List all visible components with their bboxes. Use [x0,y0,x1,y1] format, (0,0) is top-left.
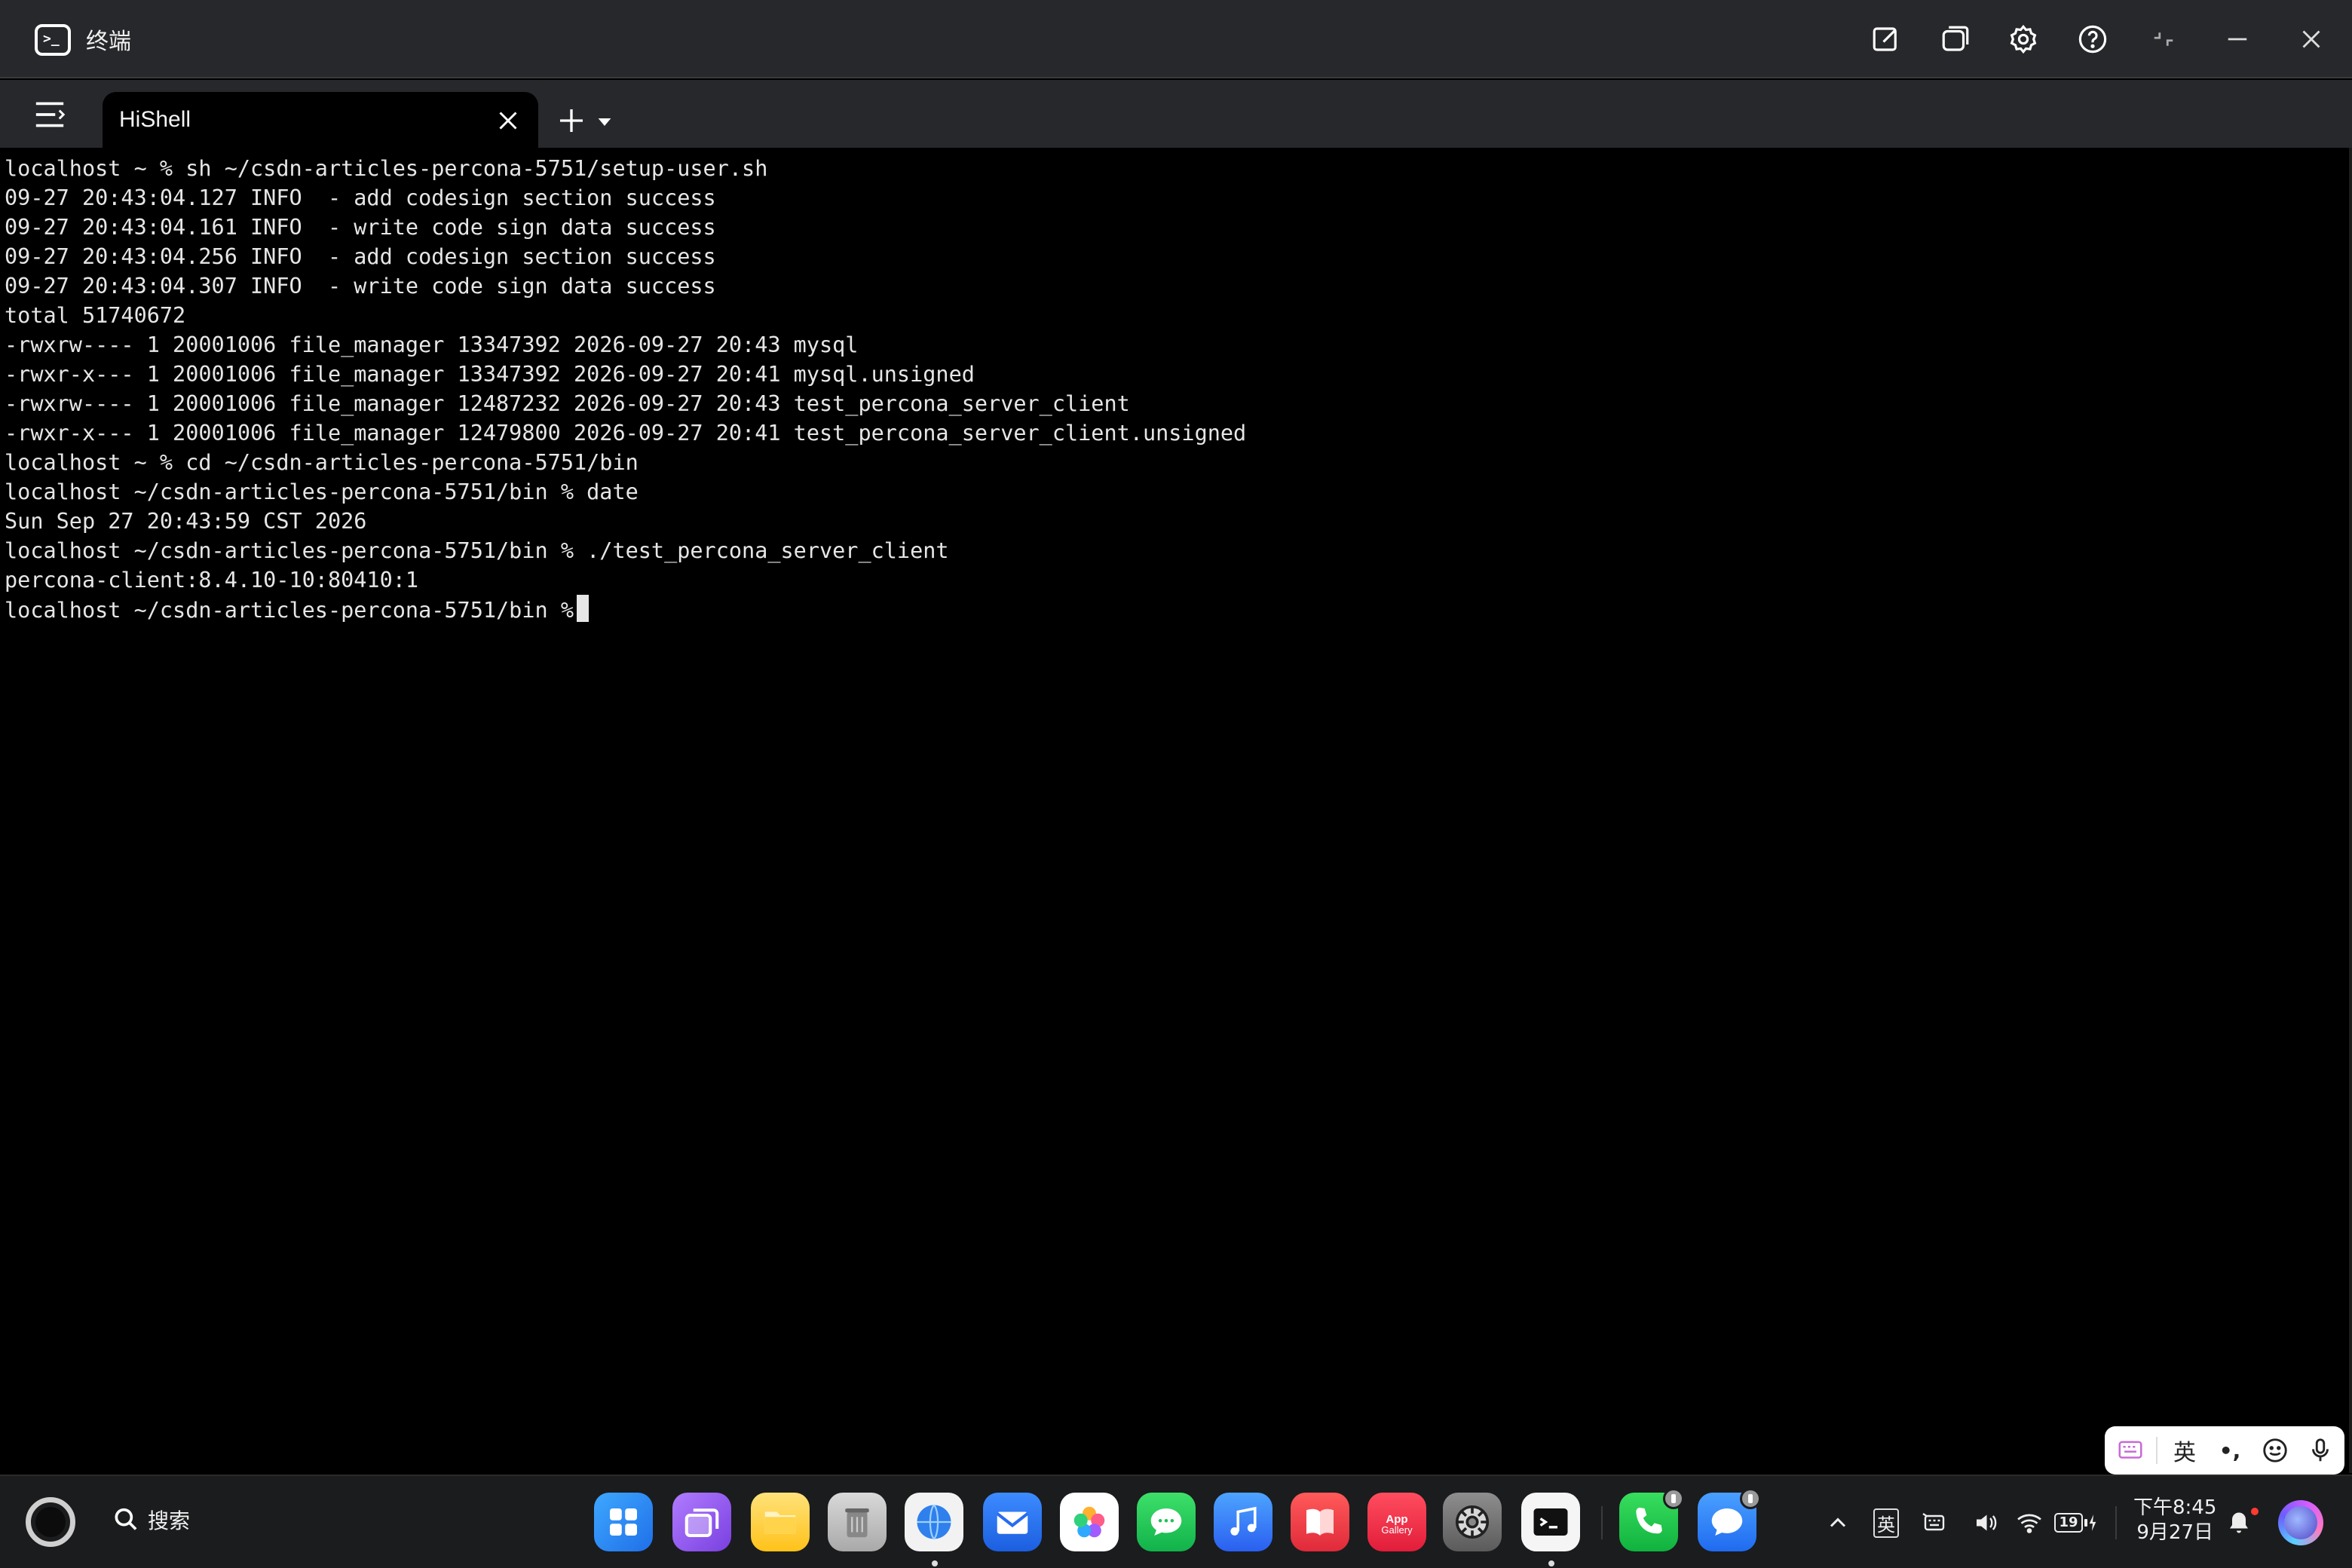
search-button[interactable]: 搜索 [110,1505,190,1535]
terminal-line: 09-27 20:43:04.307 INFO - write code sig… [5,274,716,299]
ime-punctuation-toggle[interactable]: •, [2212,1432,2248,1468]
ime-toolbar: 英 •, [2105,1426,2344,1475]
terminal-cursor [576,595,589,622]
trash-icon[interactable] [828,1493,887,1551]
terminal-line: total 51740672 [5,303,186,328]
restore-icon[interactable] [2144,20,2183,59]
terminal-line: -rwxr-x--- 1 20001006 file_manager 13347… [5,362,975,387]
terminal-app-icon: >_ [35,24,71,56]
terminal-line: localhost ~ % cd ~/csdn-articles-percona… [5,450,639,475]
tray-ime-indicator[interactable]: 英 [1871,1506,1901,1539]
terminal-icon[interactable] [1521,1493,1580,1551]
terminal-output: localhost ~ % sh ~/csdn-articles-percona… [5,154,1246,624]
app-gallery-icon[interactable]: App Gallery [1367,1493,1426,1551]
chat-badge [1740,1488,1761,1509]
edit-icon[interactable] [1867,20,1906,59]
battery-level: 19 [2054,1513,2083,1533]
mail-icon[interactable] [983,1493,1042,1551]
gear-icon[interactable] [2004,20,2043,59]
tab-label: HiShell [119,107,191,132]
notification-dot [2251,1508,2259,1515]
files-icon[interactable] [751,1493,810,1551]
tray-ime-label: 英 [1873,1508,1899,1538]
terminal-line: 09-27 20:43:04.127 INFO - add codesign s… [5,185,716,210]
taskbar: 搜索 App Gallery 英 19 下午8:45 9月27日 [0,1475,2352,1568]
terminal-line: -rwxrw---- 1 20001006 file_manager 13347… [5,332,859,357]
keyboard-icon[interactable] [1919,1506,1949,1539]
terminal-prompt: localhost ~/csdn-articles-percona-5751/b… [5,598,574,623]
terminal-line: localhost ~/csdn-articles-percona-5751/b… [5,538,949,563]
chevron-down-icon[interactable] [597,116,612,128]
new-tab-plus-icon[interactable] [556,106,586,136]
close-icon[interactable] [2292,20,2331,59]
multitask-icon[interactable] [672,1493,731,1551]
running-indicator [932,1560,938,1566]
books-icon[interactable] [1291,1493,1349,1551]
launcher-grid-icon[interactable] [594,1493,653,1551]
terminal-area[interactable]: localhost ~ % sh ~/csdn-articles-percona… [0,148,2352,1473]
phone-badge [1663,1488,1684,1509]
clock-time: 下午8:45 [2133,1496,2217,1519]
assistant-orb-icon[interactable] [2278,1500,2323,1545]
terminal-line: -rwxrw---- 1 20001006 file_manager 12487… [5,391,1130,416]
music-icon[interactable] [1214,1493,1272,1551]
terminal-line: -rwxr-x--- 1 20001006 file_manager 12479… [5,421,1247,446]
charging-icon [2089,1514,2096,1531]
microphone-icon[interactable] [2302,1432,2338,1468]
tab-bar: HiShell [0,80,2352,149]
scrollbar[interactable] [2349,148,2352,1473]
wifi-icon[interactable] [2013,1506,2046,1539]
app-gallery-label-2: Gallery [1381,1524,1413,1536]
start-button[interactable] [26,1497,75,1547]
window-icon[interactable] [1936,20,1975,59]
clock-date: 9月27日 [2136,1521,2214,1544]
terminal-line: 09-27 20:43:04.256 INFO - add codesign s… [5,244,716,269]
volume-icon[interactable] [1971,1506,2001,1539]
tray-separator [2115,1506,2117,1539]
terminal-line: localhost ~/csdn-articles-percona-5751/b… [5,479,639,504]
terminal-line: percona-client:8.4.10-10:80410:1 [5,568,419,593]
running-indicator [1548,1560,1554,1566]
ime-divider [2156,1437,2158,1464]
browser-icon[interactable] [905,1493,963,1551]
dock-separator [1601,1506,1603,1539]
terminal-prompt-line: localhost ~/csdn-articles-percona-5751/b… [5,595,1246,624]
settings-icon[interactable] [1443,1493,1502,1551]
tab-hishell[interactable]: HiShell [103,92,538,149]
chevron-up-icon[interactable] [1824,1506,1851,1539]
terminal-line: 09-27 20:43:04.161 INFO - write code sig… [5,215,716,240]
help-icon[interactable] [2073,20,2112,59]
terminal-line: Sun Sep 27 20:43:59 CST 2026 [5,509,367,534]
menu-icon[interactable] [33,100,66,130]
search-label: 搜索 [148,1508,191,1533]
tab-close-icon[interactable] [495,107,522,134]
bell-icon[interactable] [2224,1506,2254,1539]
ime-keyboard-icon[interactable] [2112,1432,2148,1468]
emoji-icon[interactable] [2257,1432,2293,1468]
search-icon [115,1508,137,1530]
minimize-icon[interactable] [2218,20,2257,59]
messages-icon[interactable] [1137,1493,1196,1551]
ime-lang-toggle[interactable]: 英 [2167,1432,2203,1468]
terminal-line: localhost ~ % sh ~/csdn-articles-percona… [5,156,768,181]
window-title: 终端 [86,29,131,55]
photos-icon[interactable] [1060,1493,1119,1551]
clock[interactable]: 下午8:45 9月27日 [2133,1496,2216,1545]
battery-indicator[interactable]: 19 [2052,1506,2100,1539]
title-bar: >_ 终端 [0,0,2352,78]
app-gallery-label-1: App [1386,1513,1408,1526]
